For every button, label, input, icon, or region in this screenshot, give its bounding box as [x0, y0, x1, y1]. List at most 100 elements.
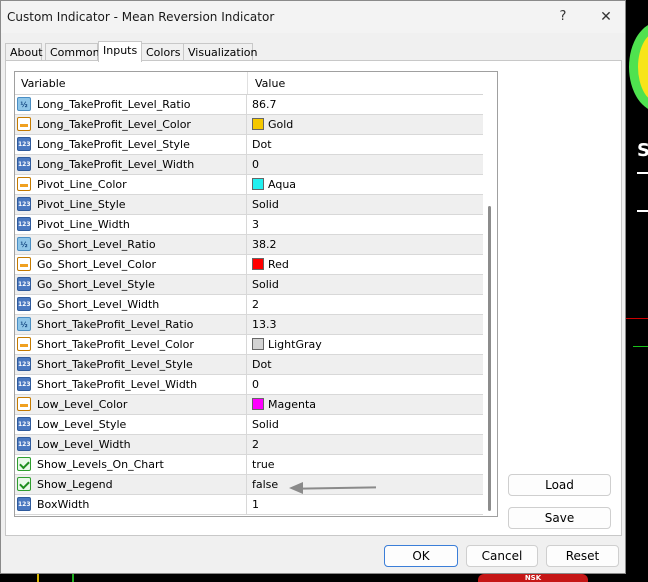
inputs-grid: Variable Value ½ Long_TakeProfit_Level_Ra… — [14, 71, 498, 517]
variable-cell[interactable]: ½ Long_TakeProfit_Level_Ratio — [15, 95, 247, 114]
number-icon: 123 — [17, 377, 31, 391]
table-row[interactable]: Long_TakeProfit_Level_Color Gold — [15, 115, 483, 135]
variable-cell[interactable]: 123 Pivot_Line_Width — [15, 215, 247, 234]
number-icon: 123 — [17, 297, 31, 311]
value-cell[interactable]: Solid — [248, 275, 483, 294]
variable-cell[interactable]: 123 Low_Level_Width — [15, 435, 247, 454]
variable-cell[interactable]: ½ Short_TakeProfit_Level_Ratio — [15, 315, 247, 334]
tab-about[interactable]: About — [5, 43, 43, 60]
value-cell[interactable]: Red — [248, 255, 483, 274]
table-row[interactable]: 123 Long_TakeProfit_Level_Style Dot — [15, 135, 483, 155]
scrollbar-thumb[interactable] — [488, 206, 491, 511]
tab-colors[interactable]: Colors — [141, 43, 184, 60]
reset-button[interactable]: Reset — [546, 545, 619, 567]
table-row[interactable]: Go_Short_Level_Color Red — [15, 255, 483, 275]
header-variable[interactable]: Variable — [21, 77, 66, 90]
value-cell[interactable]: 0 — [248, 155, 483, 174]
value-cell[interactable]: Solid — [248, 195, 483, 214]
table-row[interactable]: 123 Short_TakeProfit_Level_Width 0 — [15, 375, 483, 395]
table-row[interactable]: Show_Legend false — [15, 475, 483, 495]
save-button[interactable]: Save — [508, 507, 611, 529]
table-row[interactable]: 123 Pivot_Line_Width 3 — [15, 215, 483, 235]
variable-cell[interactable]: Pivot_Line_Color — [15, 175, 247, 194]
table-row[interactable]: ½ Short_TakeProfit_Level_Ratio 13.3 — [15, 315, 483, 335]
variable-name: Go_Short_Level_Color — [37, 258, 157, 271]
variable-cell[interactable]: Short_TakeProfit_Level_Color — [15, 335, 247, 354]
value-cell[interactable]: Aqua — [248, 175, 483, 194]
variable-cell[interactable]: 123 Go_Short_Level_Style — [15, 275, 247, 294]
cancel-button[interactable]: Cancel — [466, 545, 538, 567]
value-text: Dot — [252, 138, 272, 151]
table-row[interactable]: 123 Short_TakeProfit_Level_Style Dot — [15, 355, 483, 375]
load-button[interactable]: Load — [508, 474, 611, 496]
variable-cell[interactable]: 123 Low_Level_Style — [15, 415, 247, 434]
value-cell[interactable]: 13.3 — [248, 315, 483, 334]
table-row[interactable]: 123 Go_Short_Level_Width 2 — [15, 295, 483, 315]
value-cell[interactable]: Dot — [248, 135, 483, 154]
value-cell[interactable]: 1 — [248, 495, 483, 514]
variable-cell[interactable]: ½ Go_Short_Level_Ratio — [15, 235, 247, 254]
value-cell[interactable]: true — [248, 455, 483, 474]
table-row[interactable]: 123 Pivot_Line_Style Solid — [15, 195, 483, 215]
help-button[interactable]: ? — [553, 7, 573, 27]
value-text: 13.3 — [252, 318, 277, 331]
vertical-scrollbar[interactable] — [485, 71, 498, 517]
variable-cell[interactable]: Go_Short_Level_Color — [15, 255, 247, 274]
variable-name: Short_TakeProfit_Level_Style — [37, 358, 193, 371]
value-cell[interactable]: LightGray — [248, 335, 483, 354]
variable-cell[interactable]: 123 Short_TakeProfit_Level_Width — [15, 375, 247, 394]
table-row[interactable]: 123 Low_Level_Style Solid — [15, 415, 483, 435]
value-cell[interactable]: false — [248, 475, 483, 494]
variable-name: Low_Level_Width — [37, 438, 131, 451]
value-text: 2 — [252, 298, 259, 311]
table-row[interactable]: 123 Long_TakeProfit_Level_Width 0 — [15, 155, 483, 175]
variable-cell[interactable]: 123 BoxWidth — [15, 495, 247, 514]
variable-name: Short_TakeProfit_Level_Ratio — [37, 318, 194, 331]
header-separator[interactable] — [247, 72, 248, 94]
tab-common[interactable]: Common — [45, 43, 100, 60]
table-row[interactable]: Low_Level_Color Magenta — [15, 395, 483, 415]
color-icon — [17, 397, 31, 411]
table-row[interactable]: 123 BoxWidth 1 — [15, 495, 483, 515]
background-chart: S — [625, 0, 648, 582]
variable-cell[interactable]: 123 Long_TakeProfit_Level_Width — [15, 155, 247, 174]
table-row[interactable]: 123 Low_Level_Width 2 — [15, 435, 483, 455]
value-cell[interactable]: 2 — [248, 435, 483, 454]
variable-cell[interactable]: 123 Pivot_Line_Style — [15, 195, 247, 214]
table-row[interactable]: ½ Go_Short_Level_Ratio 38.2 — [15, 235, 483, 255]
value-cell[interactable]: 0 — [248, 375, 483, 394]
table-row[interactable]: Pivot_Line_Color Aqua — [15, 175, 483, 195]
variable-cell[interactable]: 123 Short_TakeProfit_Level_Style — [15, 355, 247, 374]
tab-inputs[interactable]: Inputs — [98, 41, 142, 62]
table-row[interactable]: ½ Long_TakeProfit_Level_Ratio 86.7 — [15, 95, 483, 115]
value-cell[interactable]: 3 — [248, 215, 483, 234]
header-value[interactable]: Value — [255, 77, 285, 90]
value-cell[interactable]: Dot — [248, 355, 483, 374]
ok-button[interactable]: OK — [384, 545, 458, 567]
grid-header: Variable Value — [15, 72, 483, 95]
value-cell[interactable]: 38.2 — [248, 235, 483, 254]
variable-cell[interactable]: 123 Long_TakeProfit_Level_Style — [15, 135, 247, 154]
value-text: Magenta — [268, 398, 317, 411]
frac-icon: ½ — [17, 97, 31, 111]
tab-visualization[interactable]: Visualization — [183, 43, 257, 60]
number-icon: 123 — [17, 217, 31, 231]
number-icon: 123 — [17, 357, 31, 371]
table-row[interactable]: Short_TakeProfit_Level_Color LightGray — [15, 335, 483, 355]
variable-cell[interactable]: 123 Go_Short_Level_Width — [15, 295, 247, 314]
chart-green-line — [633, 346, 648, 347]
value-cell[interactable]: Solid — [248, 415, 483, 434]
variable-cell[interactable]: Low_Level_Color — [15, 395, 247, 414]
variable-cell[interactable]: Long_TakeProfit_Level_Color — [15, 115, 247, 134]
variable-cell[interactable]: Show_Levels_On_Chart — [15, 455, 247, 474]
variable-name: Show_Levels_On_Chart — [37, 458, 164, 471]
close-button[interactable]: ✕ — [595, 7, 617, 27]
value-cell[interactable]: Magenta — [248, 395, 483, 414]
variable-cell[interactable]: Show_Legend — [15, 475, 247, 494]
value-cell[interactable]: 86.7 — [248, 95, 483, 114]
value-cell[interactable]: Gold — [248, 115, 483, 134]
table-row[interactable]: Show_Levels_On_Chart true — [15, 455, 483, 475]
value-cell[interactable]: 2 — [248, 295, 483, 314]
table-row[interactable]: 123 Go_Short_Level_Style Solid — [15, 275, 483, 295]
chart-ring-graphic — [629, 22, 648, 112]
